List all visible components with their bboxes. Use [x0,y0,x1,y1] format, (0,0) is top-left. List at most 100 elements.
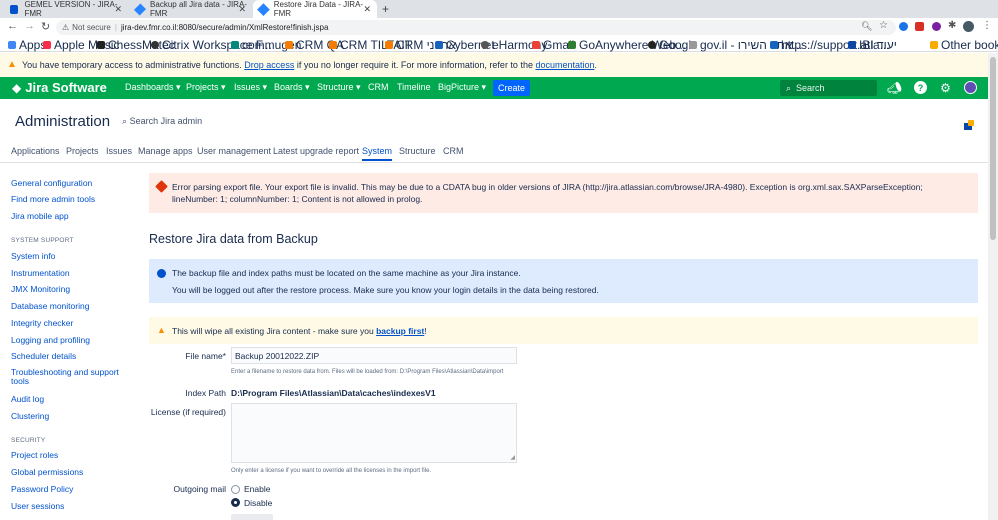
sidebar-item[interactable]: General configuration [11,178,92,188]
chevron-down-icon: ▾ [262,82,268,92]
enable-mail-label[interactable]: Enable [244,484,270,494]
browser-tab[interactable]: GEMEL VERSION - JIRA-FMR ✕ [4,0,128,18]
bookmark[interactable]: Apps [8,38,46,52]
sidebar-item[interactable]: Audit log [11,394,44,404]
avatar[interactable] [963,21,974,32]
search-placeholder: Search [796,83,825,93]
extension-icon[interactable] [899,22,908,31]
documentation-link[interactable]: documentation [535,60,594,70]
error-message: Error parsing export file. Your export f… [149,173,978,213]
sidebar-item[interactable]: System info [11,251,55,261]
file-name-field[interactable]: Backup 20012022.ZIP [231,347,517,364]
warning-text: ! [424,326,427,336]
tab-latest-upgrade-report[interactable]: Latest upgrade report [273,146,359,156]
nav-projects[interactable]: Projects ▾ [186,82,226,93]
zoom-icon[interactable]: 🔍︎ [861,21,872,32]
nav-boards[interactable]: Boards ▾ [274,82,310,93]
sidebar-item[interactable]: Clustering [11,411,49,421]
avatar[interactable] [963,80,978,95]
sidebar-item[interactable]: JMX Monitoring [11,284,70,294]
star-icon[interactable]: ☆ [879,20,888,31]
warning-text: This will wipe all existing Jira content… [172,326,374,336]
restore-button[interactable] [231,514,273,520]
tab-applications[interactable]: Applications [11,146,60,156]
tab-manage-apps[interactable]: Manage apps [138,146,193,156]
sidebar-item[interactable]: Find more admin tools [11,194,95,204]
sidebar-item[interactable]: Logging and profiling [11,335,90,345]
admin-tabs: Applications Projects Issues Manage apps… [0,143,988,163]
tab-system[interactable]: System [362,146,393,161]
tab-structure[interactable]: Structure [399,146,436,156]
tab-issues[interactable]: Issues [106,146,132,156]
citrix-icon [151,40,159,49]
sidebar-item[interactable]: Scheduler details [11,351,76,361]
browser-tab-active[interactable]: Restore Jira Data - JIRA-FMR ✕ [253,0,377,18]
sidebar-item[interactable]: Integrity checker [11,318,73,328]
search-input[interactable]: ⌕ Search [780,80,877,96]
close-icon[interactable]: ✕ [238,4,246,15]
nav-structure[interactable]: Structure ▾ [317,82,361,93]
info-text: The backup file and index paths must be … [172,268,521,278]
enable-mail-radio[interactable] [231,485,240,494]
bookmark[interactable]: Other bookmarks [930,38,998,52]
sidebar-heading: SECURITY [11,437,46,444]
reload-icon[interactable]: ↻ [41,20,50,33]
sidebar-item[interactable]: Instrumentation [11,268,70,278]
new-tab-icon[interactable]: + [382,2,389,16]
file-name-value: Backup 20012022.ZIP [235,350,320,361]
create-button[interactable]: Create [493,80,530,96]
notification-icon[interactable] [962,120,974,131]
close-icon[interactable]: ✕ [114,4,122,15]
disable-mail-label[interactable]: Disable [244,498,272,508]
browser-tab[interactable]: Backup all Jira data - JIRA-FMR ✕ [130,0,252,18]
info-icon [157,269,166,278]
sidebar-item[interactable]: User sessions [11,501,64,511]
nav-bigpicture[interactable]: BigPicture ▾ [438,82,486,93]
extension-icon[interactable] [932,22,941,31]
gear-icon[interactable]: ⚙ [938,80,953,95]
nav-timeline[interactable]: Timeline [397,82,431,92]
jira-logo[interactable]: ◆ Jira Software [12,80,107,95]
puzzle-icon[interactable]: ✱ [948,20,956,31]
admin-search[interactable]: ⌕ Search Jira admin [122,116,202,127]
scrollbar-thumb[interactable] [990,57,996,240]
tab-crm[interactable]: CRM [443,146,464,156]
banner-text: if you no longer require it. For more in… [296,60,533,70]
tab-user-management[interactable]: User management [197,146,271,156]
license-textarea[interactable]: ◢ [231,403,517,463]
sidebar-item[interactable]: Database monitoring [11,301,89,311]
sidebar-item[interactable]: Global permissions [11,467,83,477]
back-icon[interactable]: ← [7,20,18,32]
sidebar-item[interactable]: Password Policy [11,484,73,494]
nav-dashboards[interactable]: Dashboards ▾ [125,82,181,93]
forward-icon[interactable]: → [24,20,35,32]
sidebar-item[interactable]: Troubleshooting and support tools [11,368,126,386]
error-text: Error parsing export file. Your export f… [172,182,923,204]
error-icon [155,180,168,193]
url-field[interactable]: ⚠ Not secure | jira-dev.fmr.co.il:8080/s… [56,20,896,35]
commugen-icon [231,40,239,49]
megaphone-icon[interactable]: 📣︎ [887,80,902,95]
jira-favicon-icon [257,2,270,16]
drop-access-link[interactable]: Drop access [244,60,294,70]
sidebar-item[interactable]: Project roles [11,450,58,460]
jira-logo-icon: ◆ [12,80,22,95]
resize-handle-icon[interactable]: ◢ [510,454,515,461]
backup-first-link[interactable]: backup first [376,326,424,336]
nav-issues[interactable]: Issues ▾ [234,82,267,93]
sidebar-item[interactable]: Jira mobile app [11,211,69,221]
folder-icon [930,40,938,49]
section-heading: Restore Jira data from Backup [149,232,318,246]
tab-projects[interactable]: Projects [66,146,99,156]
admin-search-label: Search Jira admin [129,116,203,126]
file-name-label: File name* [185,351,226,361]
nav-crm[interactable]: CRM [368,82,389,92]
extension-icon[interactable] [915,22,924,31]
more-icon[interactable]: ⋮ [982,20,992,31]
bookmark[interactable]: IBI יעוד [848,38,897,52]
crm-icon [285,40,293,49]
close-icon[interactable]: ✕ [363,4,371,15]
disable-mail-radio[interactable] [231,498,240,507]
tab-label: Restore Jira Data - JIRA-FMR [273,0,364,18]
help-icon[interactable]: ? [913,80,928,95]
